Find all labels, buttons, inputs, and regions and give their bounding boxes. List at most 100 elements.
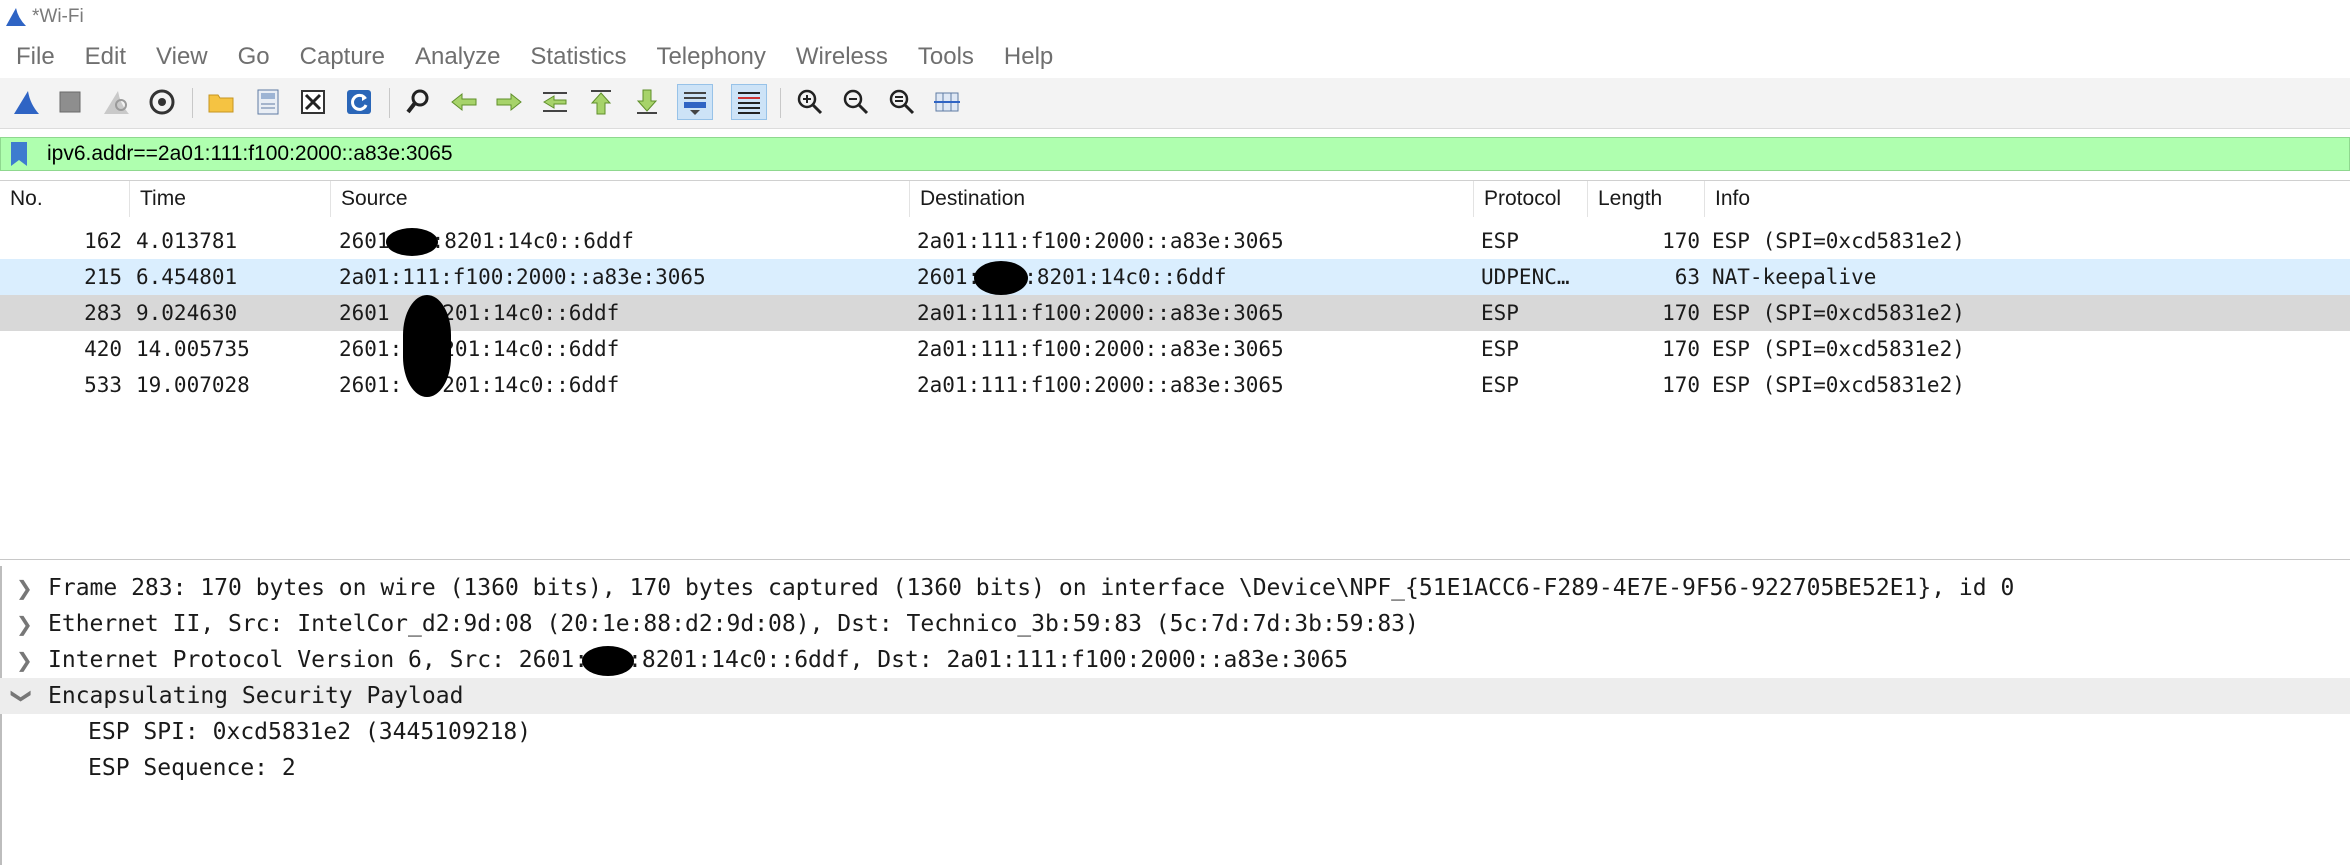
toolbar-separator (192, 88, 193, 118)
packet-details: ❯ Frame 283: 170 bytes on wire (1360 bit… (0, 566, 2350, 865)
packet-length: 63 (1674, 265, 1700, 289)
packet-no: 162 (84, 229, 122, 253)
packet-destination: 2601::8201:14c0::6ddf (917, 259, 1227, 295)
menu-analyze[interactable]: Analyze (399, 43, 514, 71)
menu-help[interactable]: Help (988, 43, 1067, 71)
packet-time: 4.013781 (136, 229, 238, 253)
tree-item-frame[interactable]: ❯ Frame 283: 170 bytes on wire (1360 bit… (0, 570, 2350, 606)
title-bar: *Wi-Fi (0, 0, 2350, 36)
zoom-out-icon[interactable] (837, 84, 873, 120)
menu-go[interactable]: Go (222, 43, 284, 71)
menu-statistics[interactable]: Statistics (514, 43, 640, 71)
packet-no: 420 (84, 337, 122, 361)
column-header-no[interactable]: No. (0, 181, 130, 217)
packet-length: 170 (1662, 337, 1700, 361)
packet-no: 215 (84, 265, 122, 289)
column-header-time[interactable]: Time (130, 181, 331, 217)
packet-source: 2601:8201:14c0::6ddf (339, 223, 634, 259)
wireshark-logo-icon (6, 8, 26, 26)
stop-capture-icon[interactable] (52, 84, 88, 120)
go-last-icon[interactable] (629, 84, 665, 120)
packet-destination: 2a01:111:f100:2000::a83e:3065 (917, 301, 1284, 325)
display-filter-input[interactable]: ipv6.addr==2a01:111:f100:2000::a83e:3065 (47, 142, 453, 166)
packet-row-selected[interactable]: 283 9.024630 2601 :8201:14c0::6ddf 2a01:… (0, 295, 2350, 331)
go-to-packet-icon[interactable] (537, 84, 573, 120)
chevron-down-icon[interactable]: ❯ (4, 688, 40, 705)
tree-item-esp-sequence[interactable]: ESP Sequence: 2 (0, 750, 2350, 786)
toolbar-separator (389, 88, 390, 118)
chevron-right-icon[interactable]: ❯ (16, 606, 33, 642)
save-file-icon[interactable] (250, 84, 286, 120)
auto-scroll-icon[interactable] (677, 84, 713, 120)
normal-size-icon[interactable] (883, 84, 919, 120)
zoom-in-icon[interactable] (791, 84, 827, 120)
menu-wireless[interactable]: Wireless (780, 43, 902, 71)
packet-length: 170 (1662, 229, 1700, 253)
go-forward-icon[interactable] (491, 84, 527, 120)
tree-item-ipv6[interactable]: ❯ Internet Protocol Version 6, Src: 2601… (0, 642, 2350, 678)
packet-source: 2601: (339, 373, 403, 397)
packet-source: 2601 (339, 301, 390, 325)
packet-info: NAT-keepalive (1712, 265, 1877, 289)
capture-options-icon[interactable] (144, 84, 180, 120)
find-packet-icon[interactable] (400, 84, 436, 120)
toolbar-separator (780, 88, 781, 118)
packet-time: 6.454801 (136, 265, 238, 289)
close-file-icon[interactable] (295, 84, 331, 120)
packet-time: 14.005735 (136, 337, 250, 361)
open-file-icon[interactable] (203, 84, 239, 120)
menu-tools[interactable]: Tools (902, 43, 988, 71)
tree-item-esp[interactable]: ❯ Encapsulating Security Payload (0, 678, 2350, 714)
packet-info: ESP (SPI=0xcd5831e2) (1712, 301, 1965, 325)
packet-source: 2a01:111:f100:2000::a83e:3065 (339, 265, 706, 289)
menu-file[interactable]: File (0, 43, 69, 71)
packet-protocol: ESP (1481, 373, 1519, 397)
packet-destination: 2a01:111:f100:2000::a83e:3065 (917, 229, 1284, 253)
go-first-icon[interactable] (583, 84, 619, 120)
column-header-protocol[interactable]: Protocol (1474, 181, 1588, 217)
bookmark-icon[interactable] (7, 141, 31, 167)
packet-row[interactable]: 420 14.005735 2601: :8201:14c0::6ddf 2a0… (0, 331, 2350, 367)
packet-row[interactable]: 215 6.454801 2a01:111:f100:2000::a83e:30… (0, 259, 2350, 295)
packet-length: 170 (1662, 373, 1700, 397)
redaction-mark (582, 645, 635, 676)
chevron-right-icon[interactable]: ❯ (16, 642, 33, 678)
packet-destination: 2a01:111:f100:2000::a83e:3065 (917, 337, 1284, 361)
reload-file-icon[interactable] (341, 84, 377, 120)
redaction-mark (974, 261, 1029, 295)
redaction-mark (385, 228, 438, 256)
chevron-right-icon[interactable]: ❯ (16, 570, 33, 606)
resize-columns-icon[interactable] (929, 84, 965, 120)
packet-destination: 2a01:111:f100:2000::a83e:3065 (917, 373, 1284, 397)
packet-row[interactable]: 533 19.007028 2601: :8201:14c0::6ddf 2a0… (0, 367, 2350, 403)
restart-capture-icon[interactable] (98, 84, 134, 120)
start-capture-icon[interactable] (8, 84, 44, 120)
main-toolbar (0, 78, 2350, 129)
column-header-destination[interactable]: Destination (910, 181, 1474, 217)
packet-protocol: ESP (1481, 337, 1519, 361)
packet-no: 533 (84, 373, 122, 397)
menu-telephony[interactable]: Telephony (640, 43, 779, 71)
packet-list-header: No. Time Source Destination Protocol Len… (0, 181, 2350, 217)
menu-edit[interactable]: Edit (69, 43, 140, 71)
menu-bar: File Edit View Go Capture Analyze Statis… (0, 38, 2350, 76)
packet-protocol: ESP (1481, 229, 1519, 253)
menu-view[interactable]: View (140, 43, 222, 71)
packet-row[interactable]: 162 4.013781 2601:8201:14c0::6ddf 2a01:1… (0, 223, 2350, 259)
column-header-info[interactable]: Info (1705, 181, 2350, 217)
go-back-icon[interactable] (446, 84, 482, 120)
menu-capture[interactable]: Capture (284, 43, 399, 71)
packet-time: 19.007028 (136, 373, 250, 397)
tree-item-esp-spi[interactable]: ESP SPI: 0xcd5831e2 (3445109218) (0, 714, 2350, 750)
packet-protocol: UDPENC… (1481, 265, 1570, 289)
redaction-mark (403, 295, 451, 397)
colorize-icon[interactable] (731, 84, 767, 120)
tree-item-ethernet[interactable]: ❯ Ethernet II, Src: IntelCor_d2:9d:08 (2… (0, 606, 2350, 642)
display-filter-bar[interactable]: ipv6.addr==2a01:111:f100:2000::a83e:3065 (0, 137, 2350, 171)
packet-length: 170 (1662, 301, 1700, 325)
packet-source: 2601: (339, 337, 403, 361)
column-header-length[interactable]: Length (1588, 181, 1705, 217)
window-title: *Wi-Fi (32, 6, 84, 27)
column-header-source[interactable]: Source (331, 181, 910, 217)
packet-protocol: ESP (1481, 301, 1519, 325)
